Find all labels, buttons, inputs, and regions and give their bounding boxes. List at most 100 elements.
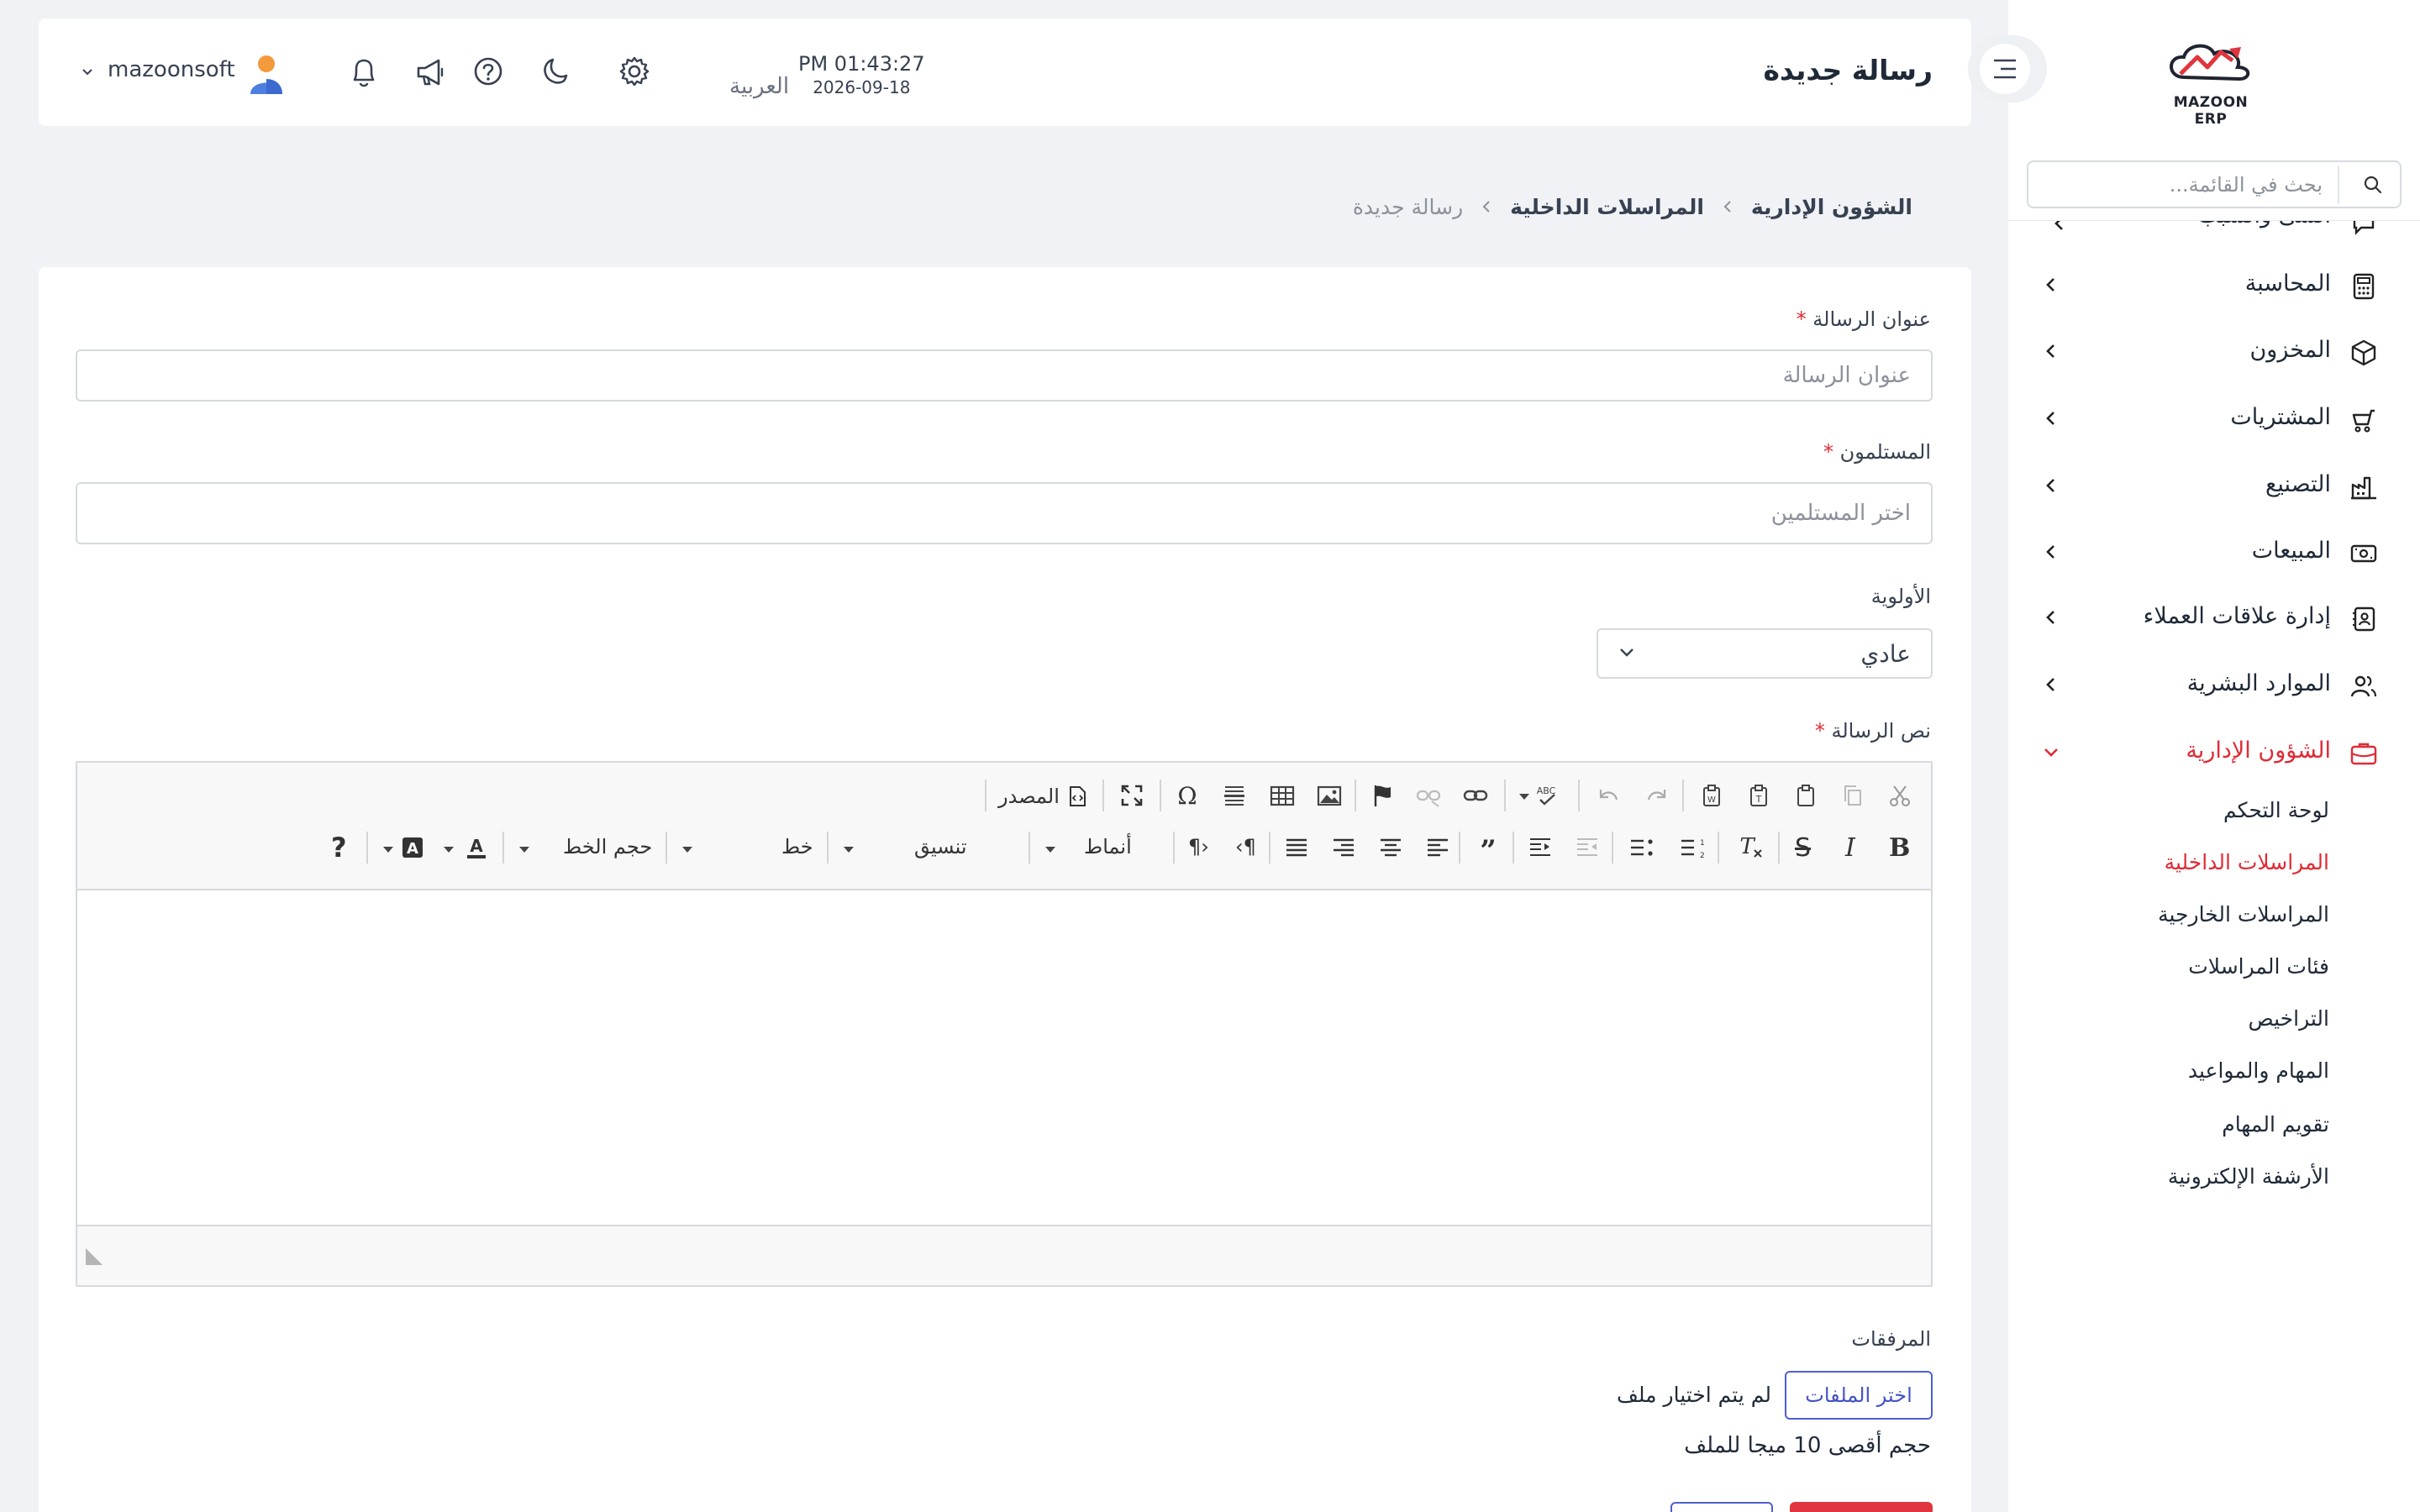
subject-input[interactable] xyxy=(76,349,1933,402)
submit-button[interactable] xyxy=(1790,1502,1933,1512)
top-bar: رسالة جديدة PM 01:43:27 2026-09-18 العرب… xyxy=(39,18,1971,126)
special-char-icon[interactable]: Ω xyxy=(1175,782,1200,811)
breadcrumb-internal-correspondence[interactable]: المراسلات الداخلية xyxy=(1510,195,1704,219)
sidebar-subitem-correspondence-categories[interactable]: فئات المراسلات xyxy=(2188,954,2329,991)
bold-button[interactable]: B xyxy=(1889,833,1910,863)
font-dropdown-caret[interactable] xyxy=(682,847,692,853)
help-circle-icon[interactable] xyxy=(472,55,504,87)
sidebar-item-label: إدارة علاقات العملاء xyxy=(2143,603,2331,629)
sidebar-item-purchases[interactable]: المشتريات xyxy=(2042,396,2378,443)
strikethrough-button[interactable]: S xyxy=(1795,833,1811,863)
paste-icon[interactable] xyxy=(1793,783,1818,811)
remove-format-icon[interactable]: T xyxy=(1738,834,1765,864)
paste-word-icon[interactable]: W xyxy=(1699,783,1724,811)
language-switch[interactable]: العربية xyxy=(729,74,789,99)
sidebar-item-accounting[interactable]: المحاسبة xyxy=(2042,262,2378,309)
choose-files-button[interactable]: اختر الملفات xyxy=(1785,1371,1933,1420)
font-size-dropdown-caret[interactable] xyxy=(519,847,529,853)
search-icon[interactable] xyxy=(2363,175,2383,195)
cut-icon[interactable] xyxy=(1887,783,1912,811)
text-direction-rtl-button[interactable]: ‹¶ xyxy=(1188,835,1209,858)
redo-icon[interactable] xyxy=(1644,783,1669,811)
app-logo[interactable]: MAZOON ERP xyxy=(2159,37,2263,128)
source-button[interactable]: المصدر xyxy=(998,785,1060,808)
maximize-icon[interactable] xyxy=(1119,783,1144,811)
breadcrumb-administrative-affairs[interactable]: الشؤون الإدارية xyxy=(1751,195,1912,219)
font-dropdown[interactable]: خط xyxy=(781,835,813,858)
italic-button[interactable]: I xyxy=(1845,833,1855,863)
outdent-icon[interactable] xyxy=(1575,835,1600,864)
sidebar-subitem-electronic-archiving[interactable]: الأرشفة الإلكترونية xyxy=(2168,1164,2329,1201)
bell-icon[interactable] xyxy=(348,55,380,89)
resize-handle[interactable] xyxy=(86,1248,103,1265)
bullet-list-icon[interactable] xyxy=(1628,835,1655,864)
copy-icon[interactable] xyxy=(1840,783,1865,811)
gear-icon[interactable] xyxy=(617,54,652,89)
sidebar-item-inventory[interactable]: المخزون xyxy=(2042,328,2378,375)
table-icon[interactable] xyxy=(1269,783,1296,811)
undo-icon[interactable] xyxy=(1597,783,1622,811)
indent-icon[interactable] xyxy=(1528,835,1553,864)
user-name[interactable]: mazoonsoft xyxy=(108,57,235,82)
styles-dropdown-caret[interactable] xyxy=(1045,847,1055,853)
priority-select[interactable]: عادي xyxy=(1597,628,1933,679)
sidebar-subitem-licenses[interactable]: التراخيص xyxy=(2249,1006,2329,1043)
link-icon[interactable] xyxy=(1462,783,1489,811)
sidebar: MAZOON ERP الشئ والسبب المحاسبة المخزون xyxy=(2008,0,2420,1512)
text-direction-ltr-button[interactable]: ¶› xyxy=(1235,835,1256,858)
sidebar-toggle-button[interactable] xyxy=(1968,35,2047,102)
styles-dropdown[interactable]: أنماط xyxy=(1084,835,1132,858)
source-code-icon[interactable] xyxy=(1065,785,1089,811)
moon-icon[interactable] xyxy=(541,55,573,87)
format-dropdown-caret[interactable] xyxy=(844,847,854,853)
sidebar-item-administrative-affairs[interactable]: الشؤون الإدارية xyxy=(2042,729,2378,776)
megaphone-icon[interactable] xyxy=(413,55,447,89)
sidebar-item-crm[interactable]: إدارة علاقات العملاء xyxy=(2042,595,2378,642)
blockquote-icon[interactable]: ” xyxy=(1476,834,1501,868)
sidebar-subitem-external-correspondence[interactable]: المراسلات الخارجية xyxy=(2158,902,2329,939)
users-icon xyxy=(2349,672,2378,701)
sidebar-item-hr[interactable]: الموارد البشرية xyxy=(2042,662,2378,709)
required-mark: * xyxy=(1823,440,1833,464)
spellcheck-dropdown-caret[interactable] xyxy=(1519,794,1529,800)
image-icon[interactable] xyxy=(1316,783,1343,811)
align-left-icon[interactable] xyxy=(1425,835,1450,864)
chevron-down-icon xyxy=(2042,743,2060,761)
sidebar-subitem-dashboard[interactable]: لوحة التحكم xyxy=(2223,798,2329,835)
anchor-flag-icon[interactable] xyxy=(1370,783,1395,811)
font-size-dropdown[interactable]: حجم الخط xyxy=(563,835,652,858)
align-center-icon[interactable] xyxy=(1378,835,1403,864)
background-color-icon[interactable]: A xyxy=(400,835,425,864)
help-button[interactable]: ? xyxy=(331,832,347,864)
max-size-hint: حجم أقصى 10 ميجا للملف xyxy=(1684,1433,1931,1458)
horizontal-line-icon[interactable] xyxy=(1222,783,1247,811)
paste-text-icon[interactable]: T xyxy=(1746,783,1771,811)
editor-content-area[interactable] xyxy=(77,890,1931,1225)
attachments-label: المرفقات xyxy=(1851,1327,1931,1351)
sidebar-subitem-internal-correspondence[interactable]: المراسلات الداخلية xyxy=(2165,850,2329,887)
toolbar-separator xyxy=(1355,780,1356,811)
align-right-icon[interactable] xyxy=(1331,835,1356,864)
align-justify-icon[interactable] xyxy=(1284,835,1309,864)
text-color-icon[interactable]: A xyxy=(464,835,489,864)
chevron-left-icon xyxy=(2042,608,2060,627)
chevron-down-icon xyxy=(1618,647,1635,659)
sidebar-partial-item[interactable]: الشئ والسبب xyxy=(2008,221,2420,238)
background-color-caret[interactable] xyxy=(383,847,393,853)
cart-icon xyxy=(2349,406,2378,434)
unlink-icon[interactable] xyxy=(1415,783,1442,811)
format-dropdown[interactable]: تنسيق xyxy=(914,835,967,858)
sidebar-subitem-task-calendar[interactable]: تقويم المهام xyxy=(2222,1112,2329,1149)
cancel-button[interactable] xyxy=(1670,1502,1773,1512)
chevron-down-icon[interactable] xyxy=(81,66,94,79)
numbered-list-icon[interactable]: 12 xyxy=(1679,835,1706,864)
sidebar-search-input[interactable] xyxy=(2045,169,2323,201)
recipients-select[interactable] xyxy=(76,482,1933,544)
sidebar-item-manufacturing[interactable]: التصنيع xyxy=(2042,463,2378,510)
text-color-caret[interactable] xyxy=(444,847,454,853)
spellcheck-icon[interactable]: ABC xyxy=(1533,783,1561,811)
sidebar-subitem-tasks-appointments[interactable]: المهام والمواعيد xyxy=(2188,1058,2329,1095)
sidebar-item-sales[interactable]: المبيعات xyxy=(2042,529,2378,576)
clock-time: PM 01:43:27 xyxy=(798,52,925,76)
avatar[interactable] xyxy=(247,52,286,96)
